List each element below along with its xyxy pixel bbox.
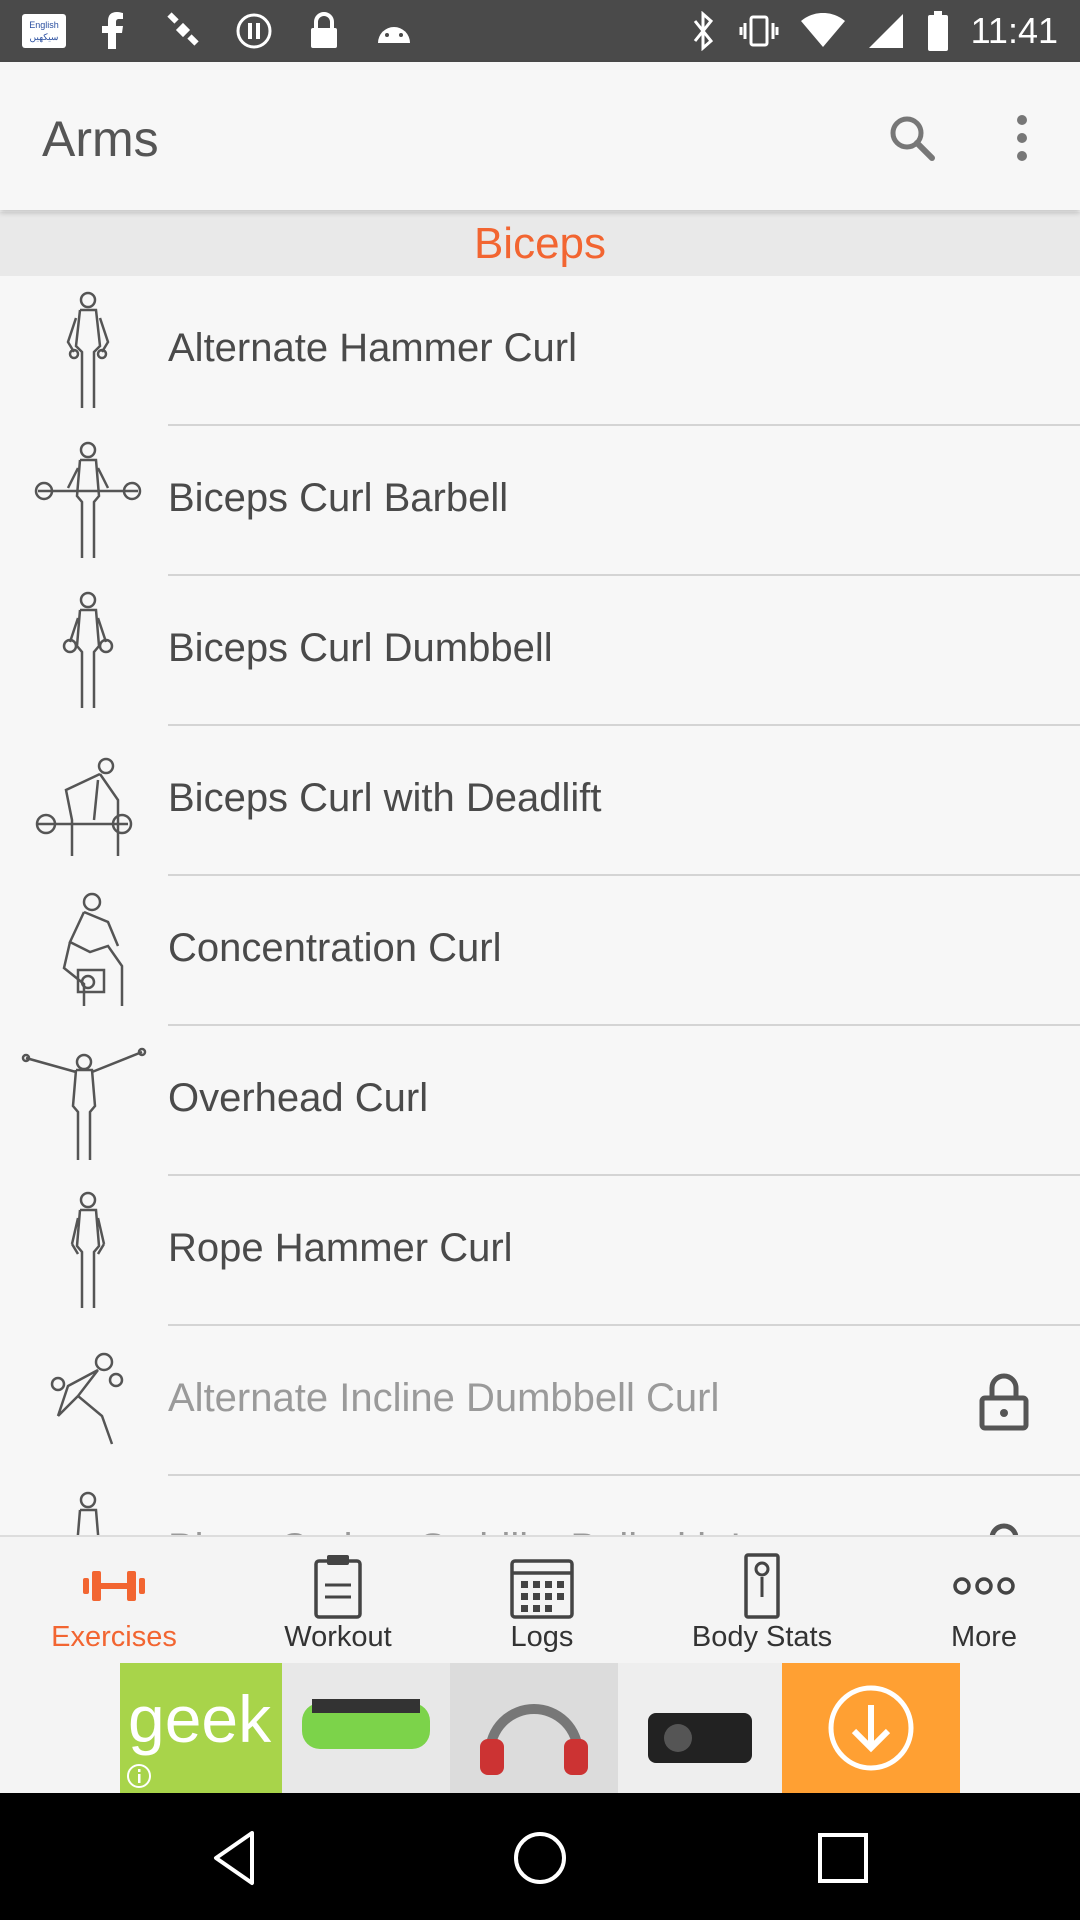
- more-vert-icon[interactable]: [990, 106, 1054, 170]
- exercise-figure-icon: [21, 1047, 147, 1160]
- lock-icon[interactable]: [976, 1522, 1032, 1536]
- ad-image[interactable]: geek: [120, 1663, 960, 1793]
- list-item[interactable]: Alternate Incline Dumbbell Curl: [0, 1326, 1080, 1476]
- list-item[interactable]: Rope Hammer Curl: [0, 1176, 1080, 1326]
- tab-label: More: [950, 1621, 1018, 1653]
- exercise-name: Alternate Incline Dumbbell Curl: [168, 1376, 720, 1420]
- ad-brand-panel: geek: [120, 1663, 282, 1793]
- vibrate-icon: [739, 15, 779, 47]
- exercise-name: Biceps Curl Barbell: [168, 476, 509, 520]
- exercise-name: Biceps Curl with Deadlift: [168, 776, 602, 820]
- list-item[interactable]: Concentration Curl: [0, 876, 1080, 1026]
- exercise-figure-icon: [66, 291, 110, 408]
- tab-workout[interactable]: Workout: [230, 1537, 446, 1665]
- back-icon[interactable]: [202, 1823, 272, 1893]
- exercise-list: Alternate Hammer Curl Biceps Curl Barbel…: [0, 276, 1080, 1536]
- lock-icon[interactable]: [976, 1372, 1032, 1432]
- tab-body-stats[interactable]: Body Stats: [654, 1537, 870, 1665]
- ad-goggles-image: [282, 1663, 450, 1793]
- exercise-figure-icon: [35, 757, 133, 856]
- section-title: Biceps: [473, 219, 607, 268]
- status-time: 11:41: [970, 10, 1058, 51]
- exercise-figure-icon: [34, 441, 142, 558]
- exercise-figure-icon: [70, 1191, 106, 1308]
- info-icon[interactable]: [126, 1763, 152, 1789]
- search-icon[interactable]: [880, 106, 944, 170]
- tab-more[interactable]: More: [876, 1537, 1080, 1665]
- list-item[interactable]: Biceps Curl with Deadlift: [0, 726, 1080, 876]
- ad-headphones-image: [450, 1663, 618, 1793]
- exercise-name: Overhead Curl: [168, 1076, 429, 1120]
- facebook-icon: [92, 10, 136, 52]
- exercise-figure-icon: [76, 1491, 100, 1536]
- bluetooth-icon: [693, 11, 713, 51]
- exercise-name: Alternate Hammer Curl: [168, 326, 578, 370]
- lang-bottom-text: سیکھیں: [29, 32, 59, 42]
- more-horiz-icon: [953, 1577, 1015, 1595]
- download-icon[interactable]: [826, 1683, 916, 1773]
- exercise-figure-icon: [62, 892, 124, 1006]
- lang-top-text: English: [29, 20, 59, 30]
- calendar-icon: [510, 1559, 574, 1619]
- tab-exercises[interactable]: Exercises: [6, 1537, 222, 1665]
- list-item[interactable]: Biceps Curl Dumbbell: [0, 576, 1080, 726]
- pause-icon: [232, 10, 276, 52]
- exercise-figure-icon: [62, 591, 114, 708]
- system-nav-bar: [0, 1793, 1080, 1920]
- dumbbell-icon: [83, 1571, 145, 1601]
- page-title: Arms: [42, 111, 159, 167]
- recents-icon[interactable]: [808, 1823, 878, 1893]
- ad-download-panel[interactable]: [782, 1663, 960, 1793]
- tab-label: Logs: [510, 1621, 574, 1653]
- language-icon: English سیکھیں: [22, 14, 66, 48]
- home-icon[interactable]: [505, 1823, 575, 1893]
- section-header: Biceps: [0, 212, 1080, 276]
- clipboard-icon: [314, 1555, 362, 1619]
- android-icon: [372, 10, 416, 52]
- tab-label: Workout: [284, 1621, 392, 1653]
- scale-icon: [744, 1553, 780, 1619]
- list-item[interactable]: Overhead Curl: [0, 1026, 1080, 1176]
- exercise-name: Biceps Curl Dumbbell: [168, 626, 553, 670]
- exercise-name: Rope Hammer Curl: [168, 1226, 513, 1270]
- ad-banner[interactable]: geek: [0, 1663, 1080, 1793]
- ad-brand-text: geek: [128, 1682, 272, 1756]
- list-item[interactable]: Bicep Curl on Stability Ball with Leg: [0, 1476, 1080, 1536]
- signal-icon: [868, 14, 903, 48]
- tab-label: Exercises: [51, 1621, 177, 1653]
- satellite-icon: [162, 10, 206, 52]
- app-bar: Arms: [0, 62, 1080, 210]
- exercise-figure-icon: [50, 1352, 124, 1445]
- lock-icon: [302, 10, 346, 52]
- tab-label: Body Stats: [691, 1621, 833, 1653]
- exercise-name: Concentration Curl: [168, 926, 502, 970]
- tab-logs[interactable]: Logs: [434, 1537, 650, 1665]
- list-item[interactable]: Alternate Hammer Curl: [0, 276, 1080, 426]
- status-bar: English سیکھیں 11:41: [0, 0, 1080, 62]
- wifi-icon: [800, 13, 845, 47]
- battery-icon: [927, 11, 948, 51]
- bottom-tab-bar: Exercises Workout Logs Body Stats More: [0, 1535, 1080, 1665]
- list-item[interactable]: Biceps Curl Barbell: [0, 426, 1080, 576]
- ad-projector-image: [618, 1663, 782, 1793]
